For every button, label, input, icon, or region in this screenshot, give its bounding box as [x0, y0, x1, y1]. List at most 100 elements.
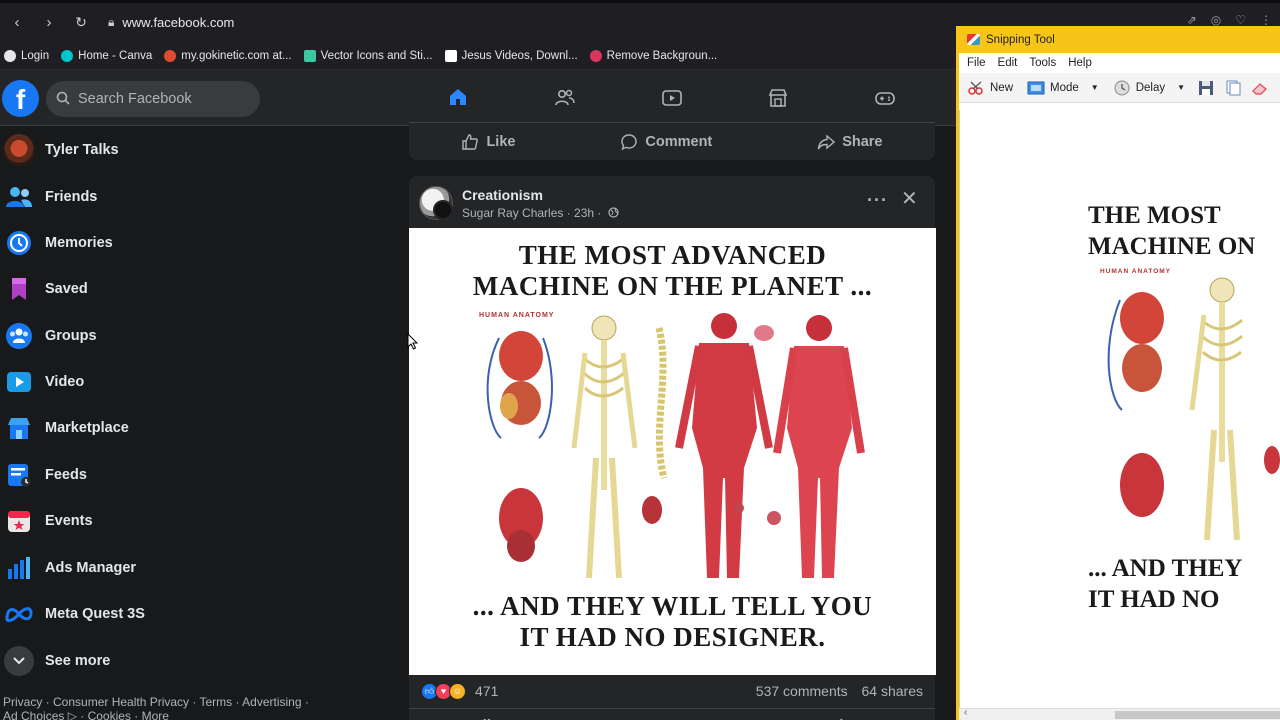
- sidebar-item-see-more[interactable]: See more: [0, 639, 360, 683]
- menu-edit[interactable]: Edit: [998, 57, 1018, 69]
- sidebar-item-memories[interactable]: Memories: [0, 221, 360, 265]
- group-name[interactable]: Creationism: [462, 187, 543, 203]
- tab-home[interactable]: [410, 70, 506, 126]
- forward-icon[interactable]: ›: [34, 14, 64, 31]
- copy-button[interactable]: [1224, 80, 1247, 96]
- address-bar[interactable]: www.facebook.com: [122, 15, 234, 30]
- sidebar-item-events[interactable]: Events: [0, 499, 360, 543]
- search-icon: [56, 91, 70, 108]
- sidebar-item-feeds[interactable]: Feeds: [0, 453, 360, 497]
- chevron-down-icon: [13, 657, 25, 665]
- close-icon[interactable]: ✕: [901, 186, 918, 211]
- post-actions: Like Comment Share: [409, 708, 935, 720]
- sidebar-item-ads-manager[interactable]: Ads Manager: [0, 546, 360, 590]
- gaming-icon: [875, 92, 895, 105]
- canva-icon: [61, 49, 74, 62]
- search-box[interactable]: [46, 81, 260, 117]
- saved-icon: [1, 271, 37, 307]
- snipping-tool-menu: File Edit Tools Help: [959, 53, 1280, 73]
- video-icon: [1, 364, 37, 400]
- gokinetic-icon: [164, 49, 177, 62]
- eraser-button[interactable]: [1251, 80, 1274, 96]
- comment-icon: [621, 133, 638, 150]
- like-button[interactable]: Like: [461, 133, 515, 151]
- mode-button[interactable]: Mode ▼: [1027, 80, 1099, 96]
- shares-count[interactable]: 64 shares: [862, 683, 923, 699]
- post-stats: 👍︎ ♥ ☺ 471 537 comments 64 shares: [409, 676, 935, 706]
- menu-icon[interactable]: ⋮: [1260, 13, 1272, 27]
- reload-icon[interactable]: ↻: [66, 14, 96, 31]
- browser-extension-icons: ⇗ ◎ ♡ ⋮: [1187, 13, 1272, 27]
- home-icon: [450, 88, 466, 105]
- back-icon[interactable]: ‹: [2, 14, 32, 31]
- post-author-time[interactable]: Sugar Ray Charles · 23h ·: [462, 206, 601, 220]
- bookmark-jesus-videos[interactable]: Jesus Videos, Downl...: [444, 49, 578, 62]
- sidebar-item-video[interactable]: Video: [0, 360, 360, 404]
- tab-marketplace[interactable]: [730, 70, 826, 126]
- horizontal-scrollbar[interactable]: ‹: [959, 707, 1280, 720]
- bookmark-login[interactable]: Login: [4, 49, 49, 62]
- bookmark-remove-background[interactable]: Remove Backgroun...: [589, 49, 717, 62]
- post-card: Creationism Sugar Ray Charles · 23h · ··…: [409, 176, 936, 720]
- previous-post-actions: Like Comment Share: [409, 122, 935, 160]
- snipping-tool-window: Snipping Tool File Edit Tools Help New M…: [956, 26, 1280, 720]
- more-options-icon[interactable]: ···: [867, 190, 888, 211]
- cross-icon: [444, 49, 457, 62]
- delay-button[interactable]: Delay ▼: [1113, 80, 1185, 96]
- preview-anatomy-figures: [1107, 277, 1280, 541]
- image-footer-text: ... AND THEY WILL TELL YOU IT HAD NO DES…: [472, 591, 873, 652]
- save-icon: [1199, 80, 1214, 95]
- save-button[interactable]: [1197, 80, 1220, 96]
- reaction-count[interactable]: 471: [475, 683, 498, 699]
- tab-friends[interactable]: [517, 70, 613, 126]
- bookmark-gokinetic[interactable]: my.gokinetic.com at...: [164, 49, 292, 62]
- comment-button[interactable]: Comment: [620, 133, 712, 151]
- camera-icon[interactable]: ◎: [1211, 13, 1221, 27]
- menu-file[interactable]: File: [967, 57, 986, 69]
- like-icon: [462, 133, 479, 150]
- snipping-tool-toolbar: New Mode ▼ Delay ▼: [959, 73, 1280, 103]
- tab-watch[interactable]: [624, 70, 720, 126]
- favorite-icon[interactable]: ♡: [1235, 13, 1246, 27]
- share-button[interactable]: Share: [817, 133, 883, 151]
- snipping-tool-titlebar[interactable]: Snipping Tool: [959, 26, 1280, 53]
- sidebar-item-friends[interactable]: Friends: [0, 175, 360, 219]
- see-more-circle: [1, 643, 37, 679]
- copy-icon: [1226, 80, 1241, 95]
- globe-icon: [608, 207, 619, 218]
- post-image[interactable]: THE MOST ADVANCED MACHINE ON THE PLANET …: [409, 228, 936, 675]
- comment-share-counts: 537 comments 64 shares: [756, 683, 923, 699]
- scrollbar-thumb[interactable]: [1115, 711, 1280, 719]
- share-icon[interactable]: ⇗: [1187, 13, 1197, 27]
- delay-dropdown-icon[interactable]: ▼: [1177, 83, 1185, 92]
- scroll-left-icon[interactable]: ‹: [964, 707, 967, 718]
- facebook-logo-icon[interactable]: f: [2, 80, 39, 117]
- new-snip-button[interactable]: New: [967, 80, 1013, 96]
- menu-help[interactable]: Help: [1068, 57, 1092, 69]
- friends-icon: [1, 179, 37, 215]
- sidebar-item-saved[interactable]: Saved: [0, 267, 360, 311]
- snip-preview: THE MOST MACHINE ON HUMAN ANATOMY ... AN…: [959, 110, 1280, 708]
- mode-dropdown-icon[interactable]: ▼: [1091, 83, 1099, 92]
- footer-line-1[interactable]: Privacy · Consumer Health Privacy · Term…: [3, 695, 323, 709]
- search-input[interactable]: [78, 91, 238, 107]
- memories-icon: [1, 225, 37, 261]
- author-avatar[interactable]: [433, 200, 453, 220]
- new-snip-icon: [968, 81, 983, 95]
- bookmark-vector-icons[interactable]: Vector Icons and Sti...: [303, 49, 433, 62]
- sidebar-item-meta-quest[interactable]: Meta Quest 3S: [0, 592, 360, 636]
- footer-line-2[interactable]: Ad Choices ▷ · Cookies · More: [3, 709, 323, 720]
- bookmark-canva[interactable]: Home - Canva: [61, 49, 152, 62]
- sidebar-item-marketplace[interactable]: Marketplace: [0, 406, 360, 450]
- footer-links[interactable]: Privacy · Consumer Health Privacy · Term…: [3, 695, 323, 720]
- reaction-icons[interactable]: 👍︎ ♥ ☺: [421, 682, 466, 700]
- ads-manager-icon: [1, 550, 37, 586]
- sidebar-item-profile[interactable]: Tyler Talks: [0, 128, 360, 172]
- eraser-icon: [1252, 82, 1267, 95]
- tab-gaming[interactable]: [837, 70, 933, 126]
- menu-tools[interactable]: Tools: [1029, 57, 1056, 69]
- sidebar-item-groups[interactable]: Groups: [0, 314, 360, 358]
- comments-count[interactable]: 537 comments: [756, 683, 848, 699]
- globe-icon: [4, 49, 16, 62]
- lock-icon[interactable]: 🔒︎: [108, 15, 114, 30]
